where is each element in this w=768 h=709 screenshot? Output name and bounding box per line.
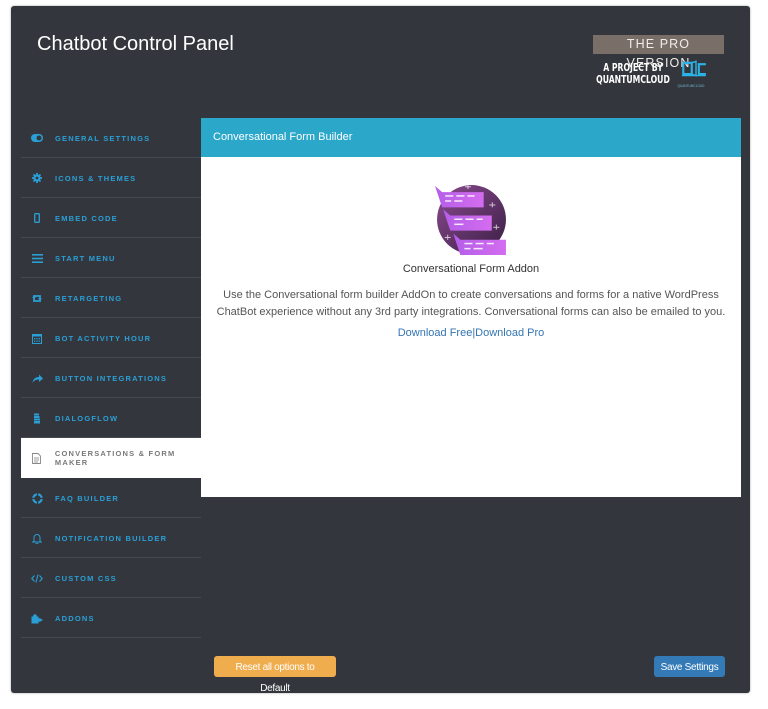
project-by-text: A PROJECT BY QUANTUMCLOUD — [594, 62, 672, 86]
sidebar-item-addons[interactable]: Addons — [21, 598, 201, 638]
sidebar-item-button-integrations[interactable]: Button Integrations — [21, 358, 201, 398]
addon-name: Conversational Form Addon — [402, 263, 540, 275]
download-free-link[interactable]: Download Free — [398, 327, 473, 339]
sidebar-item-label: DialogFlow — [55, 413, 119, 423]
toggle-icon — [31, 132, 43, 144]
logo-caption: QUANTUMCLOUD — [677, 84, 705, 88]
pro-version-badge[interactable]: THE PRO VERSION — [593, 35, 724, 70]
download-links: Download Free|Download Pro — [201, 327, 741, 339]
sidebar-item-label: Bot Activity Hour — [55, 333, 152, 343]
sidebar-item-label: Custom CSS — [55, 573, 117, 583]
sidebar-item-retargeting[interactable]: Retargeting — [21, 278, 201, 318]
sidebar-item-notification-builder[interactable]: Notification Builder — [21, 518, 201, 558]
menu-icon — [31, 252, 43, 264]
sidebar-item-icons-themes[interactable]: Icons & Themes — [21, 158, 201, 198]
sidebar-item-label: Button Integrations — [55, 373, 168, 383]
sidebar-item-bot-activity-hour[interactable]: Bot Activity Hour — [21, 318, 201, 358]
content-panel: Conversational Form Builder Conversation… — [201, 118, 741, 497]
addon-description: Use the Conversational form builder AddO… — [216, 289, 726, 318]
sidebar-item-label: Addons — [55, 613, 95, 623]
sidebar-item-start-menu[interactable]: Start Menu — [21, 238, 201, 278]
sidebar-item-label: Embed Code — [55, 213, 118, 223]
reset-defaults-button[interactable]: Reset all options to Default — [214, 656, 336, 694]
sidebar-item-label: Start Menu — [55, 253, 116, 263]
sidebar-item-dialogflow[interactable]: DialogFlow — [21, 398, 201, 438]
sidebar-item-label: Notification Builder — [55, 533, 168, 543]
lifebuoy-icon — [31, 492, 43, 504]
sidebar-nav: General Settings Icons & Themes Embed Co… — [21, 118, 211, 638]
sidebar-item-faq-builder[interactable]: FAQ Builder — [21, 478, 201, 518]
sidebar-item-conversations-form-maker[interactable]: Conversations & Form Maker — [21, 438, 211, 478]
sidebar-item-label: Conversations & Form Maker — [54, 449, 176, 467]
page-title: Chatbot Control Panel — [37, 33, 234, 55]
hand-icon — [31, 412, 43, 424]
sidebar-item-embed-code[interactable]: Embed Code — [21, 198, 201, 238]
sidebar-item-label: General Settings — [55, 133, 151, 143]
code-icon — [31, 572, 43, 584]
gear-icon — [31, 172, 43, 184]
puzzle-icon — [31, 612, 43, 624]
document-icon — [31, 452, 43, 464]
conversational-form-addon-icon[interactable] — [433, 182, 509, 258]
sidebar-item-general-settings[interactable]: General Settings — [21, 118, 201, 158]
share-icon — [31, 372, 43, 384]
content-header: Conversational Form Builder — [201, 118, 741, 157]
quantumcloud-logo-icon — [681, 60, 706, 77]
calendar-icon — [31, 332, 43, 344]
save-settings-button[interactable]: Save Settings — [654, 656, 725, 677]
sidebar-item-label: FAQ Builder — [55, 493, 120, 503]
mobile-icon — [31, 212, 43, 224]
sidebar-item-label: Icons & Themes — [55, 173, 137, 183]
bell-icon — [31, 532, 43, 544]
download-pro-link[interactable]: Download Pro — [475, 327, 544, 339]
project-by-line2: QUANTUMCLOUD — [596, 73, 670, 86]
sidebar-item-custom-css[interactable]: Custom CSS — [21, 558, 201, 598]
sidebar-item-label: Retargeting — [55, 293, 123, 303]
retweet-icon — [31, 292, 43, 304]
